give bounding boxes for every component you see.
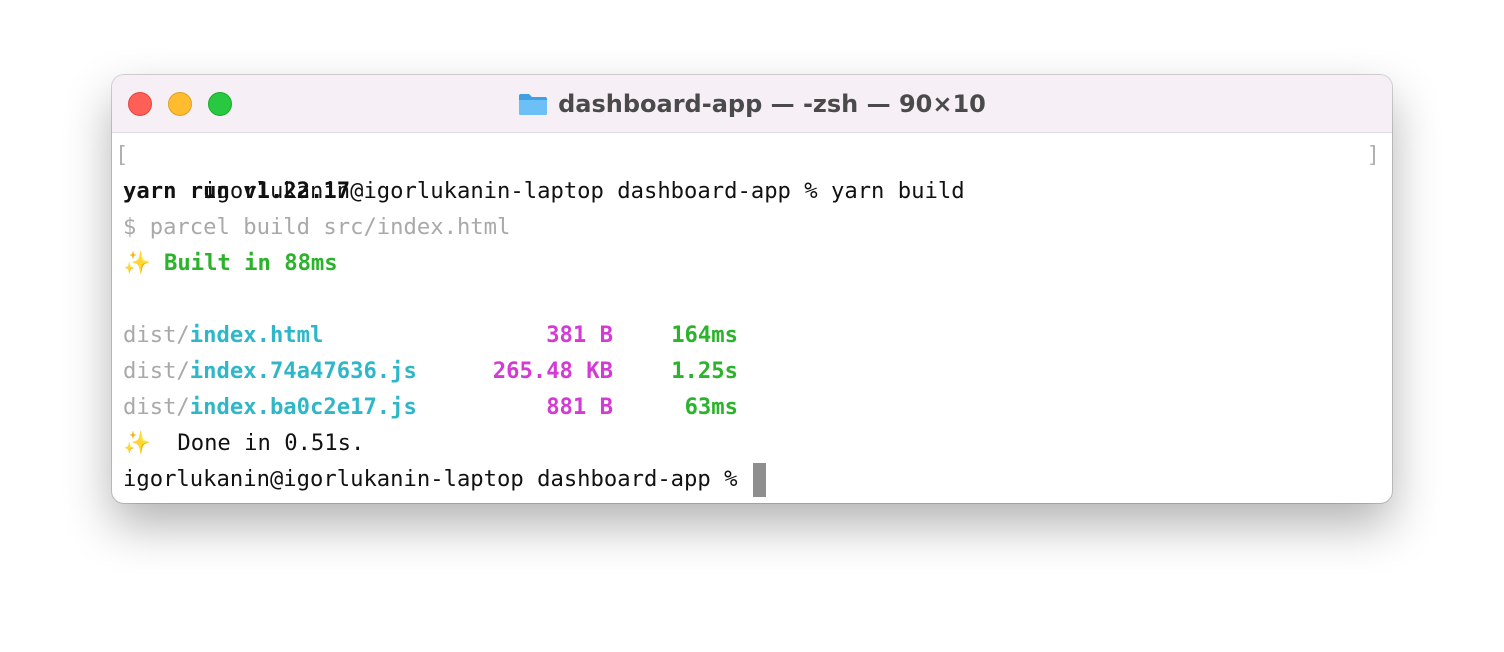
file-time: 63ms (684, 394, 738, 420)
prompt-line[interactable]: igorlukanin@igorlukanin-laptop dashboard… (123, 461, 1392, 497)
terminal-window: dashboard-app — -zsh — 90×10 [ igorlukani… (112, 75, 1392, 503)
file-prefix: dist/ (123, 322, 190, 348)
sparkle-icon: ✨ (123, 430, 151, 456)
line-mark-right: ] (1366, 142, 1380, 168)
file-row: dist/index.html 381 B 164ms (123, 317, 1392, 353)
file-prefix: dist/ (123, 358, 190, 384)
title-bar[interactable]: dashboard-app — -zsh — 90×10 (112, 75, 1392, 133)
file-row: dist/index.74a47636.js 265.48 KB 1.25s (123, 353, 1392, 389)
parcel-command-line: $ parcel build src/index.html (123, 214, 511, 240)
file-size: 381 B (546, 322, 613, 348)
built-text: Built in 88ms (150, 250, 338, 276)
terminal-output[interactable]: [ igorlukanin@igorlukanin-laptop dashboar… (112, 133, 1392, 497)
file-path: dist/index.ba0c2e17.js (123, 389, 483, 425)
window-title-text: dashboard-app — -zsh — 90×10 (558, 89, 986, 118)
file-size: 265.48 KB (492, 358, 613, 384)
prompt-text: igorlukanin@igorlukanin-laptop dashboard… (123, 466, 751, 492)
text-cursor (752, 462, 766, 497)
done-line: ✨ Done in 0.51s. (123, 425, 1392, 461)
file-time: 164ms (671, 322, 738, 348)
folder-icon (519, 93, 548, 115)
command-line: [igorlukanin@igorlukanin-laptop dashboar… (115, 137, 1392, 204)
file-name: index.ba0c2e17.js (189, 394, 417, 420)
window-title: dashboard-app — -zsh — 90×10 (112, 75, 1392, 132)
done-text: Done in 0.51s. (150, 430, 365, 456)
file-path: dist/index.74a47636.js (123, 353, 483, 389)
sparkle-icon: ✨ (123, 250, 151, 276)
line-mark-left: [ (115, 142, 129, 168)
file-size: 881 B (546, 394, 613, 420)
file-row: dist/index.ba0c2e17.js 881 B 63ms (123, 389, 1392, 425)
file-path: dist/index.html (123, 317, 483, 353)
file-name: index.html (189, 322, 324, 348)
built-line: ✨ Built in 88ms (123, 245, 1392, 281)
file-name: index.74a47636.js (189, 358, 417, 384)
yarn-version-line: yarn run v1.22.17 (123, 178, 351, 204)
file-prefix: dist/ (123, 394, 190, 420)
file-time: 1.25s (671, 358, 738, 384)
